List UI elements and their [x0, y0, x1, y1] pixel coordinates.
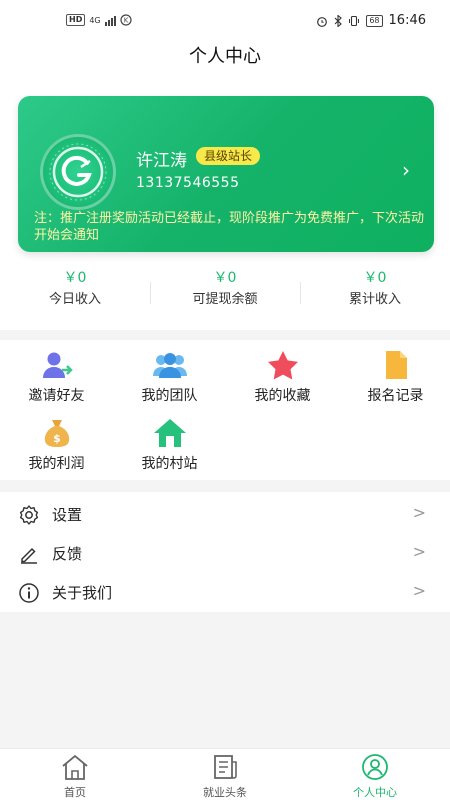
status-left: HD 4G K: [66, 14, 132, 26]
role-badge: 县级站长: [196, 147, 261, 165]
vibrate-icon: [349, 15, 360, 26]
menu-label: 关于我们: [52, 584, 113, 602]
team-icon: [152, 353, 187, 378]
grid-item-invite[interactable]: 邀请好友: [0, 350, 113, 406]
grid-label: 我的村站: [141, 456, 198, 472]
home-icon: [62, 754, 88, 780]
network-label: 4G: [89, 15, 101, 25]
menu-label: 设置: [52, 506, 83, 524]
user-icon: [362, 754, 388, 780]
status-bar: HD 4G K 68 16:46: [0, 0, 450, 44]
invite-user-icon: [42, 352, 73, 378]
stat-total-income[interactable]: ￥0 累计收入: [300, 268, 450, 318]
pencil-icon: [21, 547, 37, 564]
status-right: 68 16:46: [316, 13, 426, 28]
stat-withdrawable[interactable]: ￥0 可提现余额: [150, 268, 300, 318]
stat-label: 累计收入: [348, 292, 401, 307]
tab-profile[interactable]: 个人中心: [300, 749, 450, 800]
page-title: 个人中心: [189, 46, 261, 67]
stat-value: ￥0: [213, 270, 237, 286]
battery-icon: 68: [366, 14, 383, 27]
signal-icon: [104, 15, 116, 26]
chevron-right-icon: >: [412, 542, 426, 561]
svg-text:K: K: [123, 17, 128, 25]
bluetooth-icon: [334, 14, 343, 27]
tab-label: 就业头条: [203, 786, 247, 799]
info-icon: [19, 583, 39, 603]
tab-label: 首页: [64, 786, 86, 799]
tab-news[interactable]: 就业头条: [150, 749, 300, 800]
grid-label: 我的收藏: [254, 388, 311, 404]
menu-item-settings[interactable]: 设置 >: [0, 494, 450, 534]
avatar[interactable]: [40, 134, 116, 210]
hd-badge: HD: [66, 14, 86, 26]
user-name: 许江涛: [136, 151, 187, 171]
data-saver-icon: K: [120, 14, 132, 26]
grid-item-profit[interactable]: $ 我的利润: [0, 418, 113, 474]
grid-item-village-station[interactable]: 我的村站: [113, 418, 226, 474]
stat-value: ￥0: [63, 270, 87, 286]
stat-label: 今日收入: [48, 292, 101, 307]
home-icon: [153, 419, 186, 447]
news-icon: [214, 755, 237, 779]
money-bag-icon: $: [44, 420, 69, 447]
status-time: 16:46: [388, 13, 426, 28]
alarm-icon: [317, 16, 328, 27]
settings-menu: 设置 > 反馈 > 关于我们 >: [0, 492, 450, 612]
bottom-tab-bar: 首页 就业头条 个人中心: [0, 748, 450, 800]
tab-home[interactable]: 首页: [0, 749, 150, 800]
grid-item-favorites[interactable]: 我的收藏: [226, 350, 339, 406]
menu-item-about[interactable]: 关于我们 >: [0, 572, 450, 612]
logo-icon: [49, 143, 107, 201]
chevron-right-icon[interactable]: ›: [402, 158, 410, 182]
menu-item-feedback[interactable]: 反馈 >: [0, 533, 450, 573]
svg-text:$: $: [53, 432, 61, 445]
profile-card[interactable]: 许江涛 县级站长 13137546555 › 注：推广注册奖励活动已经截止，现阶…: [18, 96, 434, 252]
phone-number: 13137546555: [136, 175, 240, 191]
chevron-right-icon: >: [412, 503, 426, 522]
star-icon: [267, 351, 298, 380]
chevron-right-icon: >: [412, 581, 426, 600]
stat-today-income[interactable]: ￥0 今日收入: [0, 268, 150, 318]
grid-label: 邀请好友: [28, 388, 85, 404]
document-icon: [385, 351, 407, 379]
grid-label: 报名记录: [367, 388, 424, 404]
stat-label: 可提现余额: [192, 292, 258, 307]
grid-item-team[interactable]: 我的团队: [113, 350, 226, 406]
grid-label: 我的利润: [28, 456, 85, 472]
menu-label: 反馈: [52, 545, 83, 563]
notice-text: 注：推广注册奖励活动已经截止，现阶段推广为免费推广，下次活动开始会通知: [34, 211, 425, 243]
gear-icon: [19, 505, 39, 525]
stats-row: ￥0 今日收入 ￥0 可提现余额 ￥0 累计收入: [0, 268, 450, 318]
stat-value: ￥0: [363, 270, 387, 286]
feature-grid: 邀请好友 我的团队 我的收藏 报名记录 $ 我的利润 我的村站: [0, 340, 450, 480]
grid-label: 我的团队: [141, 388, 198, 404]
grid-item-records[interactable]: 报名记录: [339, 350, 450, 406]
tab-label: 个人中心: [353, 786, 397, 799]
